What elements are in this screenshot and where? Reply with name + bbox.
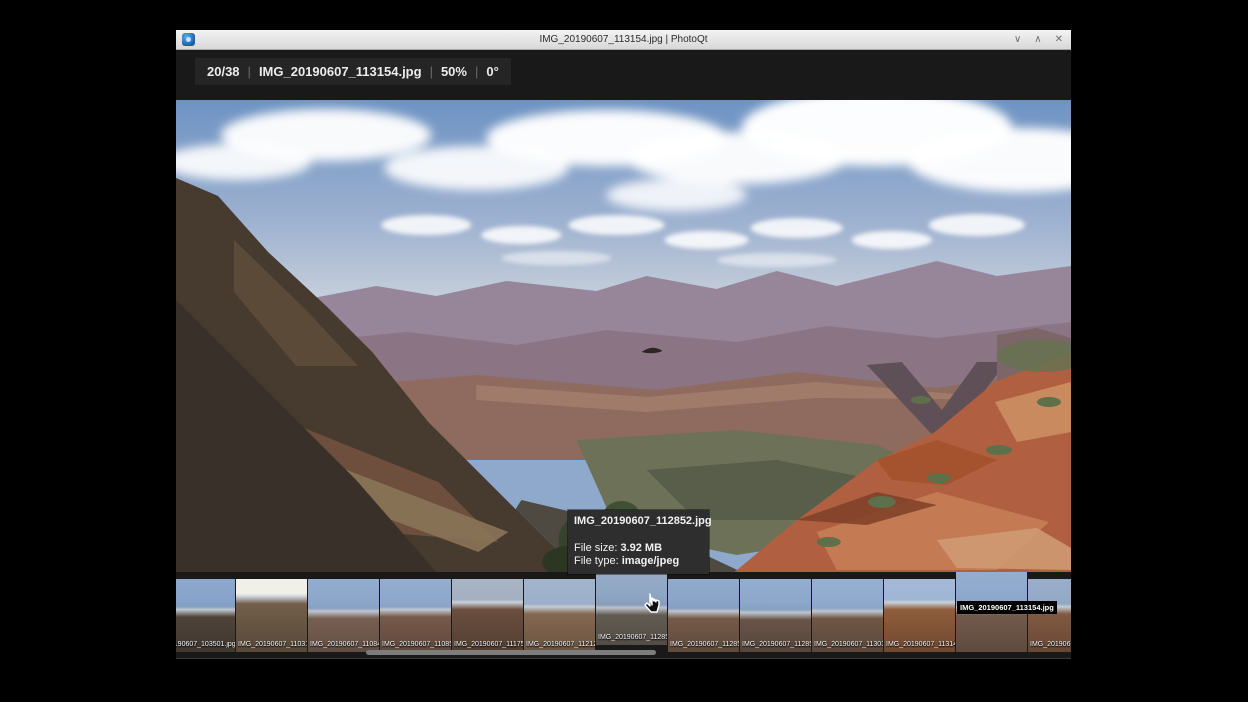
thumbnail-2[interactable]: IMG_20190607_110314.jpg	[236, 579, 307, 652]
thumbnail-label: IMG_20190607_112123.jpg	[526, 641, 595, 648]
separator: |	[475, 64, 478, 79]
thumbnail-8[interactable]: IMG_20190607_112855.jpg	[668, 579, 739, 652]
image-info-bar[interactable]: 20/38 | IMG_20190607_113154.jpg | 50% | …	[195, 58, 511, 85]
thumbnail-3[interactable]: IMG_20190607_110847.jpg	[308, 579, 379, 652]
thumbnail-label: IMG_20190607_113140.jpg	[886, 641, 955, 648]
thumbnail-5[interactable]: IMG_20190607_111750.jpg	[452, 579, 523, 652]
titlebar[interactable]: IMG_20190607_113154.jpg | PhotoQt ∨ ∧ ✕	[176, 30, 1071, 50]
main-image[interactable]	[176, 100, 1071, 572]
tooltip-file-type: File type: image/jpeg	[574, 555, 703, 568]
thumbnail-9[interactable]: IMG_20190607_112857.jpg	[740, 579, 811, 652]
position-counter: 20/38	[207, 64, 240, 79]
tooltip-filename: IMG_20190607_112852.jpg	[574, 515, 703, 528]
thumbnail-label: IMG_20190607_111750.jpg	[454, 641, 523, 648]
thumbnail-label: IMG_20190607_113032.jpg	[814, 641, 883, 648]
thumbnail-11[interactable]: IMG_20190607_113140.jpg	[884, 579, 955, 652]
grand-canyon-photo	[176, 100, 1071, 572]
window-controls: ∨ ∧ ✕	[1014, 30, 1063, 49]
thumbnail-strip[interactable]: 20190607_103501.jpgIMG_20190607_110314.j…	[176, 572, 1071, 658]
tooltip-file-size: File size: 3.92 MB	[574, 542, 703, 555]
thumbnail-4[interactable]: IMG_20190607_110857.jpg	[380, 579, 451, 652]
thumbnail-7[interactable]: IMG_20190607_112852.jpg	[596, 572, 667, 645]
separator: |	[430, 64, 433, 79]
thumbnail-13[interactable]: IMG_201906	[1028, 579, 1071, 652]
current-filename: IMG_20190607_113154.jpg	[259, 64, 422, 79]
minimize-icon[interactable]: ∨	[1014, 30, 1021, 49]
thumbnail-scrollbar-handle[interactable]	[366, 650, 656, 655]
thumbnail-12[interactable]: IMG_20190607_113154.jpg	[956, 572, 1027, 652]
thumbnail-6[interactable]: IMG_20190607_112123.jpg	[524, 579, 595, 652]
thumbnail-label: IMG_20190607_112855.jpg	[670, 641, 739, 648]
viewer-content: 20/38 | IMG_20190607_113154.jpg | 50% | …	[176, 50, 1071, 658]
thumbnail-label: IMG_20190607_110847.jpg	[310, 641, 379, 648]
thumbnail-label: IMG_20190607_110314.jpg	[238, 641, 307, 648]
thumbnail-label: IMG_201906	[1030, 641, 1071, 648]
thumbnail-label: IMG_20190607_110857.jpg	[382, 641, 451, 648]
photoqt-app-icon	[182, 33, 195, 46]
thumbnail-label: IMG_20190607_112852.jpg	[598, 634, 667, 641]
window-title: IMG_20190607_113154.jpg | PhotoQt	[176, 34, 1071, 45]
thumbnail-label: 20190607_103501.jpg	[176, 641, 235, 648]
separator: |	[248, 64, 251, 79]
maximize-icon[interactable]: ∧	[1034, 30, 1041, 49]
rotation-angle: 0°	[486, 64, 498, 79]
thumbnail-1[interactable]: 20190607_103501.jpg	[176, 579, 235, 652]
thumbnail-label: IMG_20190607_113154.jpg	[957, 601, 1057, 614]
zoom-level: 50%	[441, 64, 467, 79]
close-icon[interactable]: ✕	[1055, 30, 1063, 49]
thumbnail-10[interactable]: IMG_20190607_113032.jpg	[812, 579, 883, 652]
thumbnail-tooltip: IMG_20190607_112852.jpg File size: 3.92 …	[568, 510, 709, 574]
thumbnail-label: IMG_20190607_112857.jpg	[742, 641, 811, 648]
photoqt-window: IMG_20190607_113154.jpg | PhotoQt ∨ ∧ ✕ …	[176, 30, 1071, 659]
